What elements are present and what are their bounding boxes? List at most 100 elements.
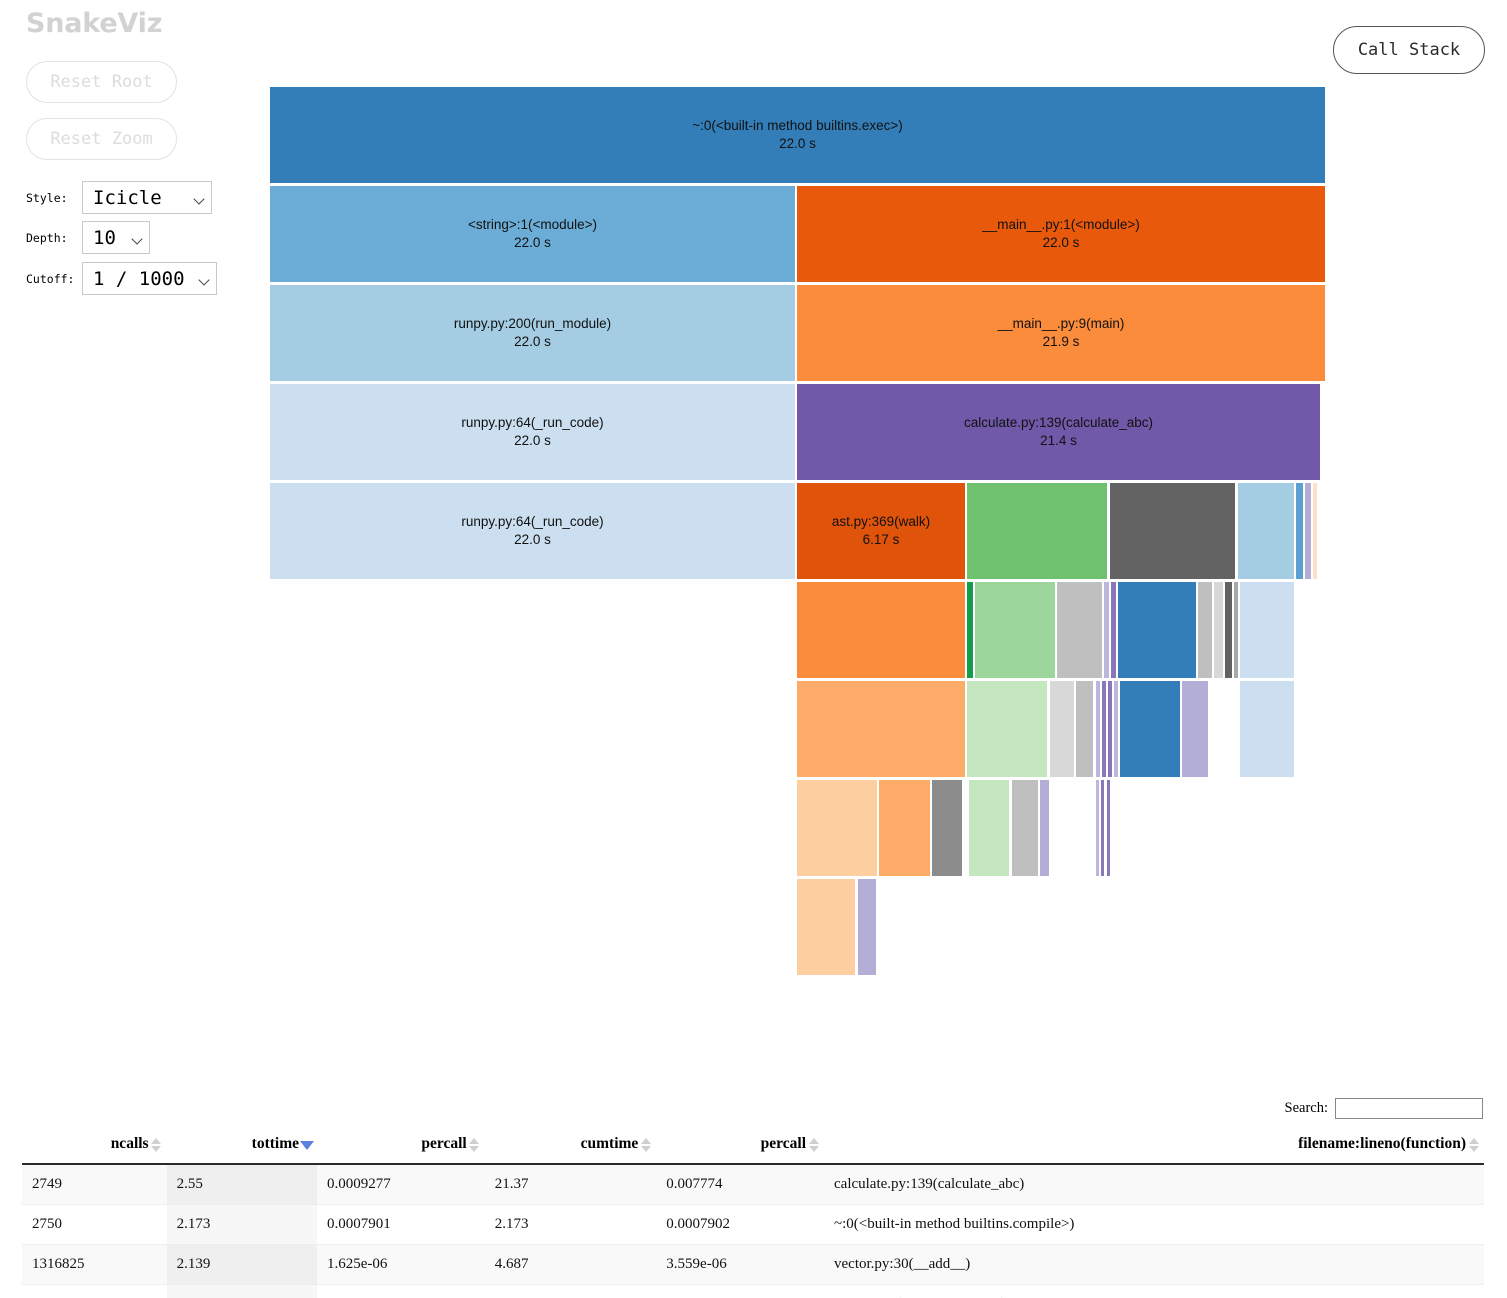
table-column-label: tottime: [251, 1135, 300, 1152]
table-cell-percall2: 1.078e-06: [656, 1284, 824, 1298]
icicle-block[interactable]: [1101, 780, 1104, 876]
snakeviz-app: SnakeViz Reset Root Reset Zoom Style: Ic…: [0, 0, 1507, 1298]
icicle-block[interactable]: [1305, 483, 1311, 579]
table-cell-percall1: 5.113e-07: [317, 1284, 485, 1298]
table-cell-filename: ~:0(<built-in method builtins.compile>): [824, 1204, 1484, 1245]
icicle-block[interactable]: [1198, 582, 1212, 678]
icicle-block[interactable]: runpy.py:200(run_module) 22.0 s: [270, 285, 795, 381]
icicle-block[interactable]: [1296, 483, 1303, 579]
icicle-chart: ~:0(<built-in method builtins.exec>) 22.0…: [0, 0, 1507, 1020]
icicle-block[interactable]: [1107, 780, 1110, 876]
table-column-header[interactable]: tottime: [166, 1127, 318, 1165]
icicle-block[interactable]: [1057, 582, 1102, 678]
search-input[interactable]: [1335, 1098, 1483, 1119]
icicle-block[interactable]: [1182, 681, 1208, 777]
table-column-label: ncalls: [110, 1135, 149, 1152]
table-column-header[interactable]: percall: [656, 1127, 824, 1165]
table-column-header[interactable]: percall: [317, 1127, 485, 1165]
icicle-block[interactable]: [1118, 582, 1196, 678]
table-row[interactable]: 2749 2.55 0.0009277 21.37 0.007774 calculate.…: [22, 1164, 1484, 1205]
table-column-label: filename:lineno(function): [1298, 1135, 1466, 1152]
table-cell-tottime: 2.173: [166, 1204, 318, 1245]
icicle-block[interactable]: [975, 582, 1055, 678]
table-cell-tottime: 2.139: [166, 1244, 318, 1285]
icicle-block[interactable]: [797, 879, 855, 975]
icicle-block[interactable]: [967, 483, 1107, 579]
table-cell-tottime: 2.051: [166, 1284, 318, 1298]
icicle-block[interactable]: __main__.py:1(<module>) 22.0 s: [797, 186, 1325, 282]
icicle-block[interactable]: [1012, 780, 1038, 876]
table-cell-filename: vector.py:30(__add__): [824, 1244, 1484, 1285]
icicle-block[interactable]: [797, 681, 965, 777]
table-header: ncalls tottime percall cumtime percall filena…: [22, 1127, 1484, 1165]
icicle-block[interactable]: runpy.py:64(_run_code) 22.0 s: [270, 483, 795, 579]
table-cell-percall1: 0.0009277: [317, 1164, 485, 1205]
icicle-block[interactable]: [1104, 582, 1109, 678]
table-cell-percall2: 3.559e-06: [656, 1244, 824, 1285]
icicle-block-label: runpy.py:64(_run_code): [461, 415, 604, 431]
table-cell-ncalls: 2749: [22, 1164, 167, 1205]
icicle-block[interactable]: __main__.py:9(main) 21.9 s: [797, 285, 1325, 381]
icicle-block[interactable]: [1096, 681, 1100, 777]
table-row[interactable]: 2750 2.173 0.0007901 2.173 0.0007902 ~:0(<bui…: [22, 1204, 1484, 1245]
table-cell-ncalls: 2750: [22, 1204, 167, 1245]
sort-both-icon: [151, 1137, 162, 1153]
icicle-block-value: 22.0 s: [514, 433, 551, 448]
icicle-block[interactable]: [1234, 582, 1238, 678]
icicle-block[interactable]: [1120, 681, 1180, 777]
icicle-block[interactable]: [1240, 681, 1294, 777]
icicle-block[interactable]: [797, 582, 965, 678]
sort-both-icon: [808, 1137, 819, 1153]
icicle-block[interactable]: [967, 681, 1047, 777]
icicle-block-label: __main__.py:1(<module>): [982, 217, 1140, 233]
icicle-block-value: 22.0 s: [514, 235, 551, 250]
icicle-block[interactable]: [1102, 681, 1106, 777]
icicle-block[interactable]: [1313, 483, 1317, 579]
icicle-block[interactable]: [1214, 582, 1223, 678]
icicle-block[interactable]: [1050, 681, 1074, 777]
icicle-block[interactable]: [1040, 780, 1049, 876]
table-cell-tottime: 2.55: [166, 1164, 318, 1205]
icicle-block[interactable]: [858, 879, 876, 975]
icicle-block[interactable]: [797, 780, 877, 876]
table-column-header[interactable]: ncalls: [22, 1127, 167, 1165]
icicle-block[interactable]: [1238, 483, 1294, 579]
table-column-header[interactable]: cumtime: [484, 1127, 657, 1165]
icicle-block[interactable]: calculate.py:139(calculate_abc) 21.4 s: [797, 384, 1320, 480]
table-column-label: percall: [421, 1135, 467, 1152]
icicle-block-value: 21.4 s: [1040, 433, 1077, 448]
icicle-block-label: calculate.py:139(calculate_abc): [963, 415, 1154, 431]
icicle-block-value: 22.0 s: [779, 136, 816, 151]
search-row: Search:: [1285, 1098, 1483, 1119]
icicle-block[interactable]: [1111, 582, 1116, 678]
icicle-block[interactable]: [1110, 483, 1235, 579]
icicle-block[interactable]: [969, 780, 1009, 876]
table-body: 2749 2.55 0.0009277 21.37 0.007774 calculate.…: [22, 1164, 1484, 1298]
icicle-block[interactable]: [1096, 780, 1099, 876]
icicle-block[interactable]: ast.py:369(walk) 6.17 s: [797, 483, 965, 579]
icicle-block[interactable]: [1114, 681, 1118, 777]
icicle-block[interactable]: ~:0(<built-in method builtins.exec>) 22.0…: [270, 87, 1325, 183]
table-column-label: cumtime: [580, 1135, 639, 1152]
table-column-header[interactable]: filename:lineno(function): [824, 1127, 1484, 1165]
sort-both-icon: [469, 1137, 480, 1153]
icicle-block[interactable]: [1225, 582, 1232, 678]
icicle-block-label: runpy.py:64(_run_code): [461, 514, 604, 530]
sort-desc-icon: [299, 1137, 314, 1153]
icicle-block-label: ~:0(<built-in method builtins.exec>): [692, 118, 903, 134]
search-label: Search:: [1284, 1100, 1328, 1116]
table-row[interactable]: 40119222.0515.113e-074.3251.078e-06ast.p…: [22, 1284, 1484, 1298]
icicle-block[interactable]: [1076, 681, 1093, 777]
table-cell-ncalls: 1316825: [22, 1244, 167, 1285]
icicle-block[interactable]: runpy.py:64(_run_code) 22.0 s: [270, 384, 795, 480]
sort-both-icon: [640, 1137, 651, 1153]
icicle-block[interactable]: [1240, 582, 1294, 678]
table-row[interactable]: 1316825 2.139 1.625e-06 4.687 3.559e-06 vecto…: [22, 1244, 1484, 1285]
icicle-block[interactable]: [1108, 681, 1112, 777]
icicle-block[interactable]: [932, 780, 962, 876]
table-cell-cumtime: 21.37: [484, 1164, 657, 1205]
icicle-block[interactable]: [879, 780, 930, 876]
table-cell-ncalls: 4011922: [22, 1284, 167, 1298]
icicle-block[interactable]: [967, 582, 973, 678]
icicle-block[interactable]: <string>:1(<module>) 22.0 s: [270, 186, 795, 282]
